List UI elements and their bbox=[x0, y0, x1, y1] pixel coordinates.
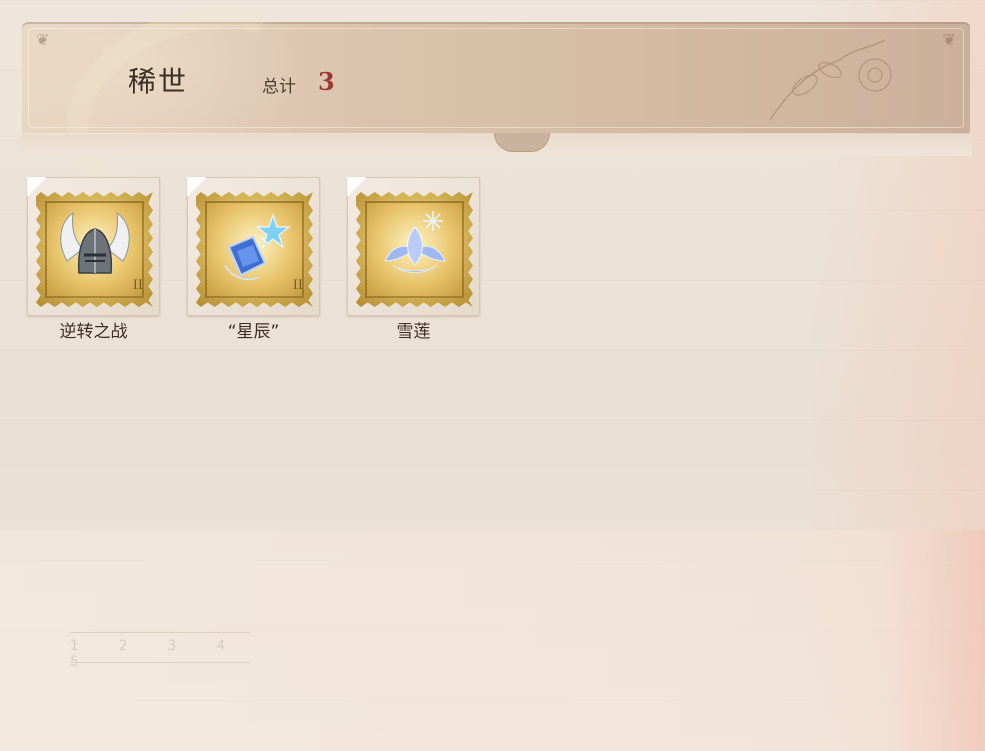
stamp-value-mark: II bbox=[292, 278, 303, 293]
total-count: 3 bbox=[318, 67, 335, 96]
item-label: 逆转之战 bbox=[59, 322, 128, 342]
star-crystal-icon bbox=[224, 213, 291, 281]
floral-sketch-icon bbox=[769, 39, 892, 121]
corner-ornament-icon: ❦ bbox=[942, 30, 956, 49]
item-stamp: II bbox=[36, 192, 153, 307]
item-label: “星辰” bbox=[227, 322, 280, 342]
item-card[interactable]: II 逆转之战 bbox=[27, 177, 160, 347]
ruler-line-top bbox=[70, 632, 250, 633]
tile-corner-fold bbox=[347, 177, 367, 197]
stamp-inner bbox=[205, 201, 304, 298]
stamp-value-mark: II bbox=[132, 278, 143, 293]
tile-corner-fold bbox=[27, 177, 47, 197]
stamp-inner bbox=[45, 201, 144, 298]
item-card[interactable]: 雪莲 bbox=[347, 177, 480, 347]
corner-ornament-icon: ❦ bbox=[36, 30, 50, 49]
tile-corner-fold bbox=[187, 177, 207, 197]
item-stamp: II bbox=[196, 192, 313, 307]
winged-helmet-icon bbox=[60, 211, 130, 274]
ruler-line-bottom bbox=[70, 662, 250, 663]
item-card[interactable]: II “星辰” bbox=[187, 177, 320, 347]
item-tile[interactable]: II bbox=[27, 177, 160, 316]
total-label: 总计 bbox=[262, 77, 296, 97]
ruler-watermark: 1 2 3 4 5 bbox=[70, 628, 250, 670]
category-title: 稀世 bbox=[128, 65, 189, 98]
item-tile[interactable] bbox=[347, 177, 480, 316]
item-label: 雪莲 bbox=[396, 322, 431, 342]
item-stamp bbox=[356, 192, 473, 307]
ruler-digits: 1 2 3 4 5 bbox=[70, 638, 242, 670]
item-tile[interactable]: II bbox=[187, 177, 320, 316]
category-header-banner: ❦ ❦ 稀世 总计 3 bbox=[20, 0, 972, 236]
stamp-inner bbox=[365, 201, 464, 298]
snow-lotus-icon bbox=[384, 211, 446, 273]
